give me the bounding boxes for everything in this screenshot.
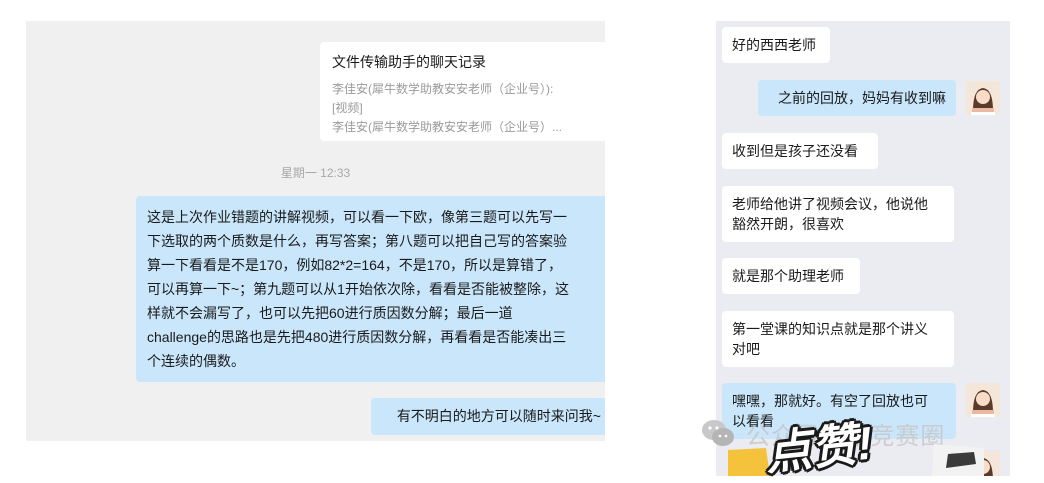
left-chat-panel: 文件传输助手的聊天记录 李佳安(犀牛数学助教安安老师（企业号）): [视频] 李… <box>26 21 605 441</box>
message-bubble-outgoing[interactable]: 有不明白的地方可以随时来问我~ <box>371 398 605 435</box>
message-line: 好的西西老师 <box>732 37 816 53</box>
message-line: 收到但是孩子还没看 <box>732 143 858 159</box>
message-line: 第一堂课的知识点就是那个讲义 <box>732 321 928 337</box>
message-line: 样就不会漏写了，也可以先把60进行质因数分解；最后一道 <box>147 305 513 321</box>
message-bubble-incoming[interactable]: 好的西西老师 <box>722 27 830 63</box>
message-line: challenge的思路也是先把480进行质因数分解，再看看是否能凑出三 <box>147 329 567 345</box>
message-bubble-incoming[interactable]: 就是那个助理老师 <box>722 258 860 294</box>
message-bubble-incoming[interactable]: 老师给他讲了视频会议，他说他 豁然开朗，很喜欢 <box>722 186 954 242</box>
chat-history-card[interactable]: 文件传输助手的聊天记录 李佳安(犀牛数学助教安安老师（企业号）): [视频] 李… <box>320 42 605 141</box>
message-line: 老师给他讲了视频会议，他说他 <box>732 196 928 212</box>
message-line: 之前的回放，妈妈有收到嘛 <box>778 90 946 106</box>
message-line: 下选取的两个质数是什么，再写答案；第八题可以把自己写的答案验 <box>147 233 567 249</box>
message-line: 算一下看看是不是170，例如82*2=164，不是170，所以是算错了， <box>147 257 563 273</box>
chat-history-preview-line: [视频] <box>332 101 363 115</box>
chat-history-title: 文件传输助手的聊天记录 <box>332 54 486 70</box>
message-bubble-outgoing[interactable]: 之前的回放，妈妈有收到嘛 <box>758 80 956 116</box>
message-line: 这是上次作业错题的讲解视频，可以看一下欧，像第三题可以先写一 <box>147 209 567 225</box>
message-line: 个连续的偶数。 <box>147 353 245 369</box>
message-bubble-outgoing[interactable]: 这是上次作业错题的讲解视频，可以看一下欧，像第三题可以先写一 下选取的两个质数是… <box>136 196 605 382</box>
message-text: 有不明白的地方可以随时来问我~ <box>396 408 601 424</box>
message-line: 就是那个助理老师 <box>732 268 844 284</box>
chat-history-preview-line: 李佳安(犀牛数学助教安安老师（企业号）... <box>332 120 562 134</box>
like-sticker-text: 点赞! <box>762 416 876 480</box>
message-timestamp: 星期一 12:33 <box>280 166 351 180</box>
message-line: 豁然开朗，很喜欢 <box>732 216 844 232</box>
avatar[interactable] <box>966 81 1000 115</box>
chat-history-preview-line: 李佳安(犀牛数学助教安安老师（企业号）): <box>332 82 554 96</box>
teacher-avatar-icon <box>966 81 1000 115</box>
message-line: 可以再算一下~；第九题可以从1开始依次除，看看是否能被整除，这 <box>147 281 569 297</box>
message-bubble-incoming[interactable]: 收到但是孩子还没看 <box>722 133 878 169</box>
message-line: 对吧 <box>732 341 760 357</box>
message-bubble-incoming[interactable]: 第一堂课的知识点就是那个讲义 对吧 <box>722 311 954 367</box>
